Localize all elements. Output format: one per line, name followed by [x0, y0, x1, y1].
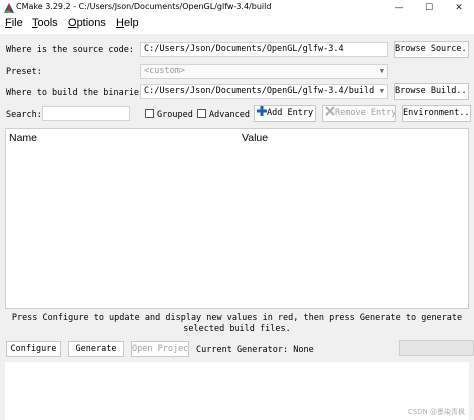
current-generator-text: Current Generator: None [196, 345, 314, 355]
menu-file[interactable]: File [5, 17, 23, 29]
open-project-button[interactable]: Open Project [131, 341, 189, 357]
title-bar: CMake 3.29.2 - C:/Users/Json/Documents/O… [0, 0, 474, 16]
add-entry-label: Add Entry [267, 108, 314, 118]
browse-source-button[interactable]: Browse Source... [394, 41, 469, 58]
remove-entry-button[interactable]: Remove Entry [322, 105, 396, 122]
window-title: CMake 3.29.2 - C:/Users/Json/Documents/O… [16, 2, 272, 11]
grouped-checkbox[interactable] [145, 109, 154, 118]
chevron-down-icon: ▼ [379, 67, 384, 75]
binaries-path-value: C:/Users/Json/Documents/OpenGL/glfw-3.4/… [144, 86, 375, 96]
status-message: Press Configure to update and display ne… [11, 313, 463, 334]
search-label: Search: [6, 110, 42, 120]
close-button[interactable]: ✕ [444, 0, 474, 16]
progress-bar [399, 340, 474, 356]
configure-button[interactable]: Configure [6, 341, 61, 357]
add-entry-button[interactable]: Add Entry [254, 105, 316, 122]
menu-help[interactable]: Help [116, 17, 139, 29]
menu-bar: File Tools Options Help [0, 16, 474, 34]
remove-entry-label: Remove Entry [335, 108, 396, 118]
plus-icon [257, 106, 267, 116]
source-path-input[interactable]: C:/Users/Json/Documents/OpenGL/glfw-3.4 [140, 42, 388, 57]
generate-button[interactable]: Generate [68, 341, 124, 357]
column-header-value[interactable]: Value [242, 132, 268, 144]
binaries-path-dropdown[interactable]: C:/Users/Json/Documents/OpenGL/glfw-3.4/… [140, 84, 388, 99]
remove-icon [325, 106, 335, 116]
column-header-name[interactable]: Name [9, 132, 37, 144]
maximize-button[interactable]: ☐ [414, 0, 444, 16]
watermark: CSDN @墨染青枫 [407, 408, 465, 416]
preset-dropdown[interactable]: <custom> ▼ [140, 64, 388, 79]
minimize-button[interactable]: — [384, 0, 414, 16]
cmake-logo-icon [4, 3, 14, 13]
grouped-label: Grouped [157, 110, 193, 120]
preset-label: Preset: [6, 67, 42, 77]
binaries-label: Where to build the binaries: [6, 88, 150, 98]
cache-table[interactable]: Name Value [5, 128, 469, 309]
menu-options[interactable]: Options [68, 17, 106, 29]
source-label: Where is the source code: [6, 45, 134, 55]
advanced-label: Advanced [209, 110, 250, 120]
browse-build-button[interactable]: Browse Build... [394, 83, 469, 100]
chevron-down-icon: ▼ [379, 87, 384, 95]
advanced-checkbox[interactable] [197, 109, 206, 118]
environment-button[interactable]: Environment... [402, 105, 471, 122]
preset-value: <custom> [144, 66, 185, 76]
search-input[interactable] [42, 106, 130, 121]
menu-tools[interactable]: Tools [32, 17, 58, 29]
output-log[interactable]: CSDN @墨染青枫 [5, 362, 469, 420]
